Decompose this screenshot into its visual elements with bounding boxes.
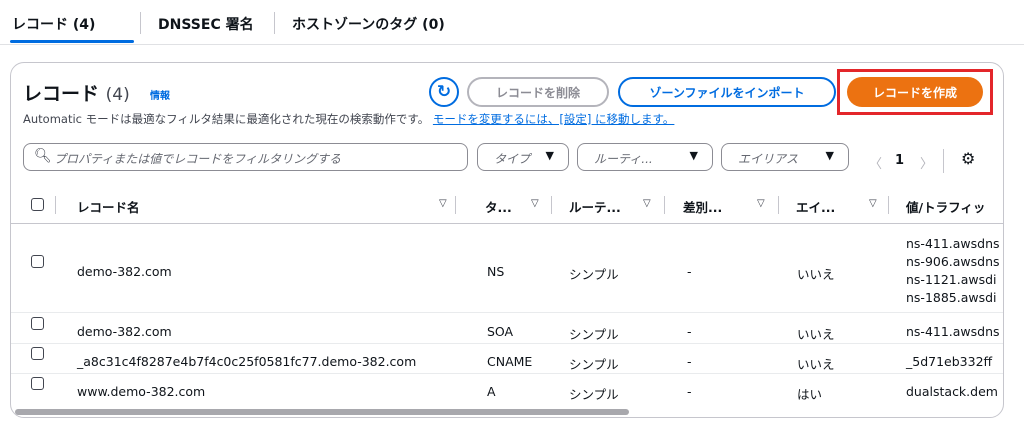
caret-down-icon: ▼ xyxy=(825,149,834,162)
sort-icon[interactable]: ▽ xyxy=(439,198,447,209)
search-input[interactable]: 🔍︎ プロパティまたは値でレコードをフィルタリングする xyxy=(23,143,468,171)
record-routing: シンプル xyxy=(569,267,619,282)
caret-down-icon: ▼ xyxy=(545,149,554,162)
routing-filter-label: ルーティ... xyxy=(594,152,653,166)
record-name: demo-382.com xyxy=(77,264,172,279)
column-header-alias[interactable]: エイ... xyxy=(796,197,835,216)
type-filter-label: タイプ xyxy=(494,152,531,166)
previous-page-button[interactable]: 〈 xyxy=(869,153,882,172)
row-divider xyxy=(11,373,1003,374)
column-separator xyxy=(455,196,456,214)
column-header-routing[interactable]: ルーテ... xyxy=(569,197,621,216)
header-divider xyxy=(11,223,1003,224)
type-filter-dropdown[interactable]: タイプ ▼ xyxy=(477,143,569,171)
record-differentiator: - xyxy=(687,324,692,339)
record-routing: シンプル xyxy=(569,357,619,372)
panel-description: Automatic モードは最適なフィルタ結果に最適化された現在の検索動作です。… xyxy=(23,111,674,127)
search-icon: 🔍︎ xyxy=(34,148,52,164)
record-value: ns-1121.awsdi xyxy=(906,272,997,287)
record-name: www.demo-382.com xyxy=(77,384,206,399)
refresh-icon: ↻ xyxy=(436,82,452,102)
import-zone-file-button[interactable]: ゾーンファイルをインポート xyxy=(618,77,836,107)
record-differentiator: - xyxy=(687,354,692,369)
row-checkbox[interactable] xyxy=(31,255,44,268)
record-type: A xyxy=(487,384,496,399)
alias-filter-label: エイリアス xyxy=(738,152,799,166)
record-alias: いいえ xyxy=(797,267,835,282)
record-type: CNAME xyxy=(487,354,533,369)
settings-gear-icon[interactable]: ⚙ xyxy=(961,149,975,168)
page-number-button[interactable]: 1 xyxy=(895,153,904,168)
column-separator xyxy=(664,196,665,214)
record-value: ns-411.awsdns xyxy=(906,324,1000,339)
record-value: ns-906.awsdns xyxy=(906,254,1000,269)
column-header-record-name[interactable]: レコード名 xyxy=(77,197,140,216)
select-all-checkbox[interactable] xyxy=(31,198,44,211)
routing-filter-dropdown[interactable]: ルーティ... ▼ xyxy=(577,143,713,171)
record-differentiator: - xyxy=(687,264,692,279)
tab-dnssec[interactable]: DNSSEC 署名 xyxy=(158,14,254,34)
row-checkbox[interactable] xyxy=(31,347,44,360)
record-name: _a8c31c4f8287e4b7f4c0c25f0581fc77.demo-3… xyxy=(77,354,417,369)
delete-record-button[interactable]: レコードを削除 xyxy=(467,77,609,107)
row-divider xyxy=(11,312,1003,313)
horizontal-scrollbar[interactable] xyxy=(15,409,1001,415)
settings-mode-link[interactable]: モードを変更するには、[設定] に移動します。 xyxy=(433,112,674,126)
row-checkbox[interactable] xyxy=(31,317,44,330)
record-name: demo-382.com xyxy=(77,324,172,339)
record-type: SOA xyxy=(487,324,514,339)
column-separator xyxy=(888,196,889,214)
records-table: レコード名 ▽ タ... ▽ ルーテ... ▽ 差別... ▽ エイ... ▽ … xyxy=(11,183,1003,407)
record-alias: いいえ xyxy=(797,327,835,342)
tab-hosted-zone-tags[interactable]: ホストゾーンのタグ (0) xyxy=(292,14,445,34)
records-panel: レコード (4) 情報 Automatic モードは最適なフィルタ結果に最適化さ… xyxy=(10,62,1004,418)
tab-bar: レコード (4) DNSSEC 署名 ホストゾーンのタグ (0) xyxy=(0,0,1024,45)
panel-title-text: レコード xyxy=(23,83,100,105)
sort-icon[interactable]: ▽ xyxy=(757,198,765,209)
record-value: _5d71eb332ff xyxy=(906,354,993,369)
scrollbar-thumb[interactable] xyxy=(15,409,629,415)
tab-records[interactable]: レコード (4) xyxy=(12,14,95,34)
tab-separator xyxy=(140,12,141,34)
record-routing: シンプル xyxy=(569,387,619,402)
refresh-button[interactable]: ↻ xyxy=(429,77,459,107)
search-placeholder: プロパティまたは値でレコードをフィルタリングする xyxy=(54,152,342,166)
record-count: (4) xyxy=(105,85,130,105)
create-record-button[interactable]: レコードを作成 xyxy=(847,77,983,107)
sort-icon[interactable]: ▽ xyxy=(869,198,877,209)
column-separator xyxy=(778,196,779,214)
record-alias: はい xyxy=(797,387,823,402)
description-text: Automatic モードは最適なフィルタ結果に最適化された現在の検索動作です。 xyxy=(23,112,430,126)
tab-separator xyxy=(274,12,275,34)
caret-down-icon: ▼ xyxy=(689,149,698,162)
record-routing: シンプル xyxy=(569,327,619,342)
record-type: NS xyxy=(487,264,505,279)
info-link[interactable]: 情報 xyxy=(150,87,170,102)
panel-title: レコード (4) xyxy=(23,79,130,106)
tab-bar-divider xyxy=(0,44,1024,45)
column-separator xyxy=(55,196,56,214)
column-header-differentiator[interactable]: 差別... xyxy=(683,197,722,216)
sort-icon[interactable]: ▽ xyxy=(643,198,651,209)
record-value: ns-1885.awsdi xyxy=(906,290,997,305)
column-header-type[interactable]: タ... xyxy=(485,197,512,216)
sort-icon[interactable]: ▽ xyxy=(531,198,539,209)
row-divider xyxy=(11,343,1003,344)
pagination-separator xyxy=(943,149,944,173)
next-page-button[interactable]: 〉 xyxy=(920,153,933,172)
record-differentiator: - xyxy=(687,384,692,399)
alias-filter-dropdown[interactable]: エイリアス ▼ xyxy=(721,143,849,171)
row-checkbox[interactable] xyxy=(31,377,44,390)
active-tab-indicator xyxy=(10,40,134,43)
column-separator xyxy=(551,196,552,214)
column-header-value[interactable]: 値/トラフィッ xyxy=(906,197,985,216)
record-value: dualstack.dem xyxy=(906,384,998,399)
record-alias: いいえ xyxy=(797,357,835,372)
record-value: ns-411.awsdns xyxy=(906,236,1000,251)
